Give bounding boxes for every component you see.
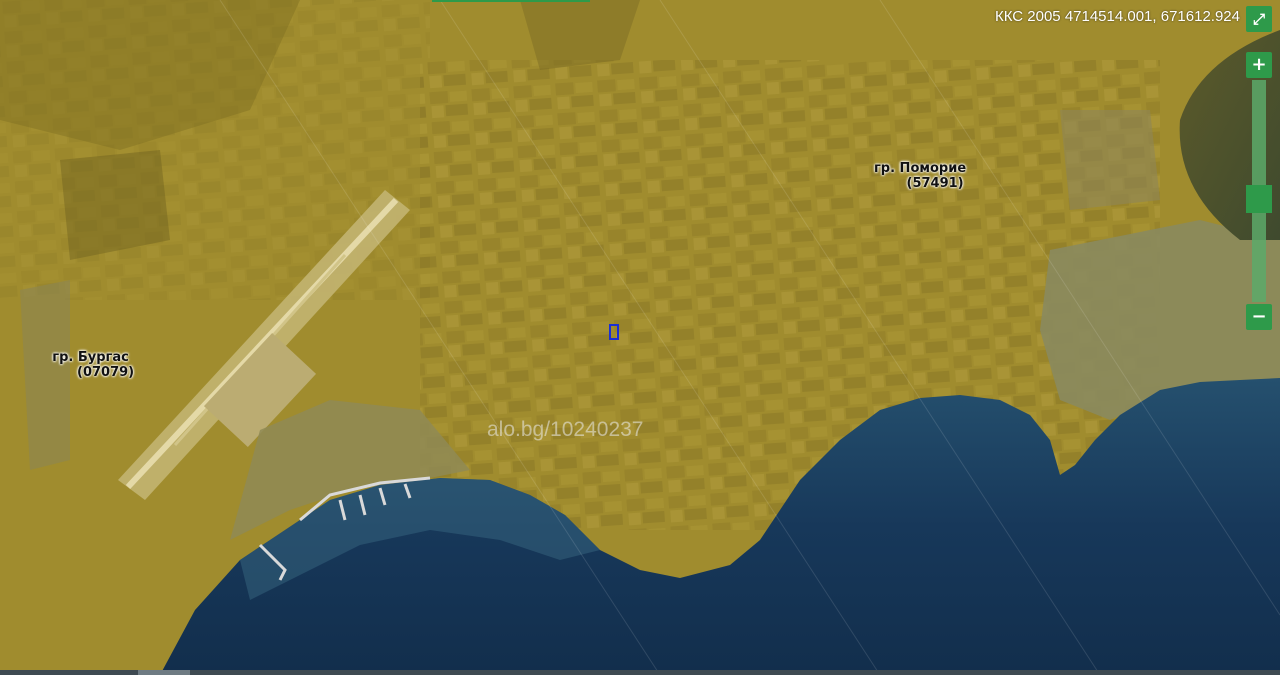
city-label-burgas: гр. Бургас (07079)	[47, 350, 134, 380]
map-viewport[interactable]: ККС 2005 4714514.001, 671612.924 ⤢ + − г…	[0, 0, 1280, 675]
coordinate-readout: ККС 2005 4714514.001, 671612.924	[994, 8, 1240, 25]
plus-icon: +	[1251, 54, 1267, 75]
watermark: alo.bg/10240237	[487, 418, 644, 441]
zoom-in-button[interactable]: +	[1246, 52, 1272, 78]
satellite-imagery	[0, 0, 1280, 675]
expand-icon: ⤢	[1252, 9, 1265, 28]
fullscreen-button[interactable]: ⤢	[1246, 6, 1272, 32]
bottom-scrollbar[interactable]	[0, 670, 1280, 675]
top-tab-indicator	[432, 0, 590, 2]
city-label-pomorie: гр. Поморие (57491)	[874, 161, 966, 191]
city-name: гр. Поморие	[874, 161, 967, 176]
city-code: (07079)	[77, 365, 135, 380]
city-name: гр. Бургас	[52, 350, 129, 365]
minus-icon: −	[1251, 306, 1267, 327]
zoom-slider-thumb[interactable]	[1246, 185, 1272, 213]
scrollbar-thumb[interactable]	[138, 670, 190, 675]
zoom-out-button[interactable]: −	[1246, 304, 1272, 330]
city-code: (57491)	[906, 176, 964, 191]
